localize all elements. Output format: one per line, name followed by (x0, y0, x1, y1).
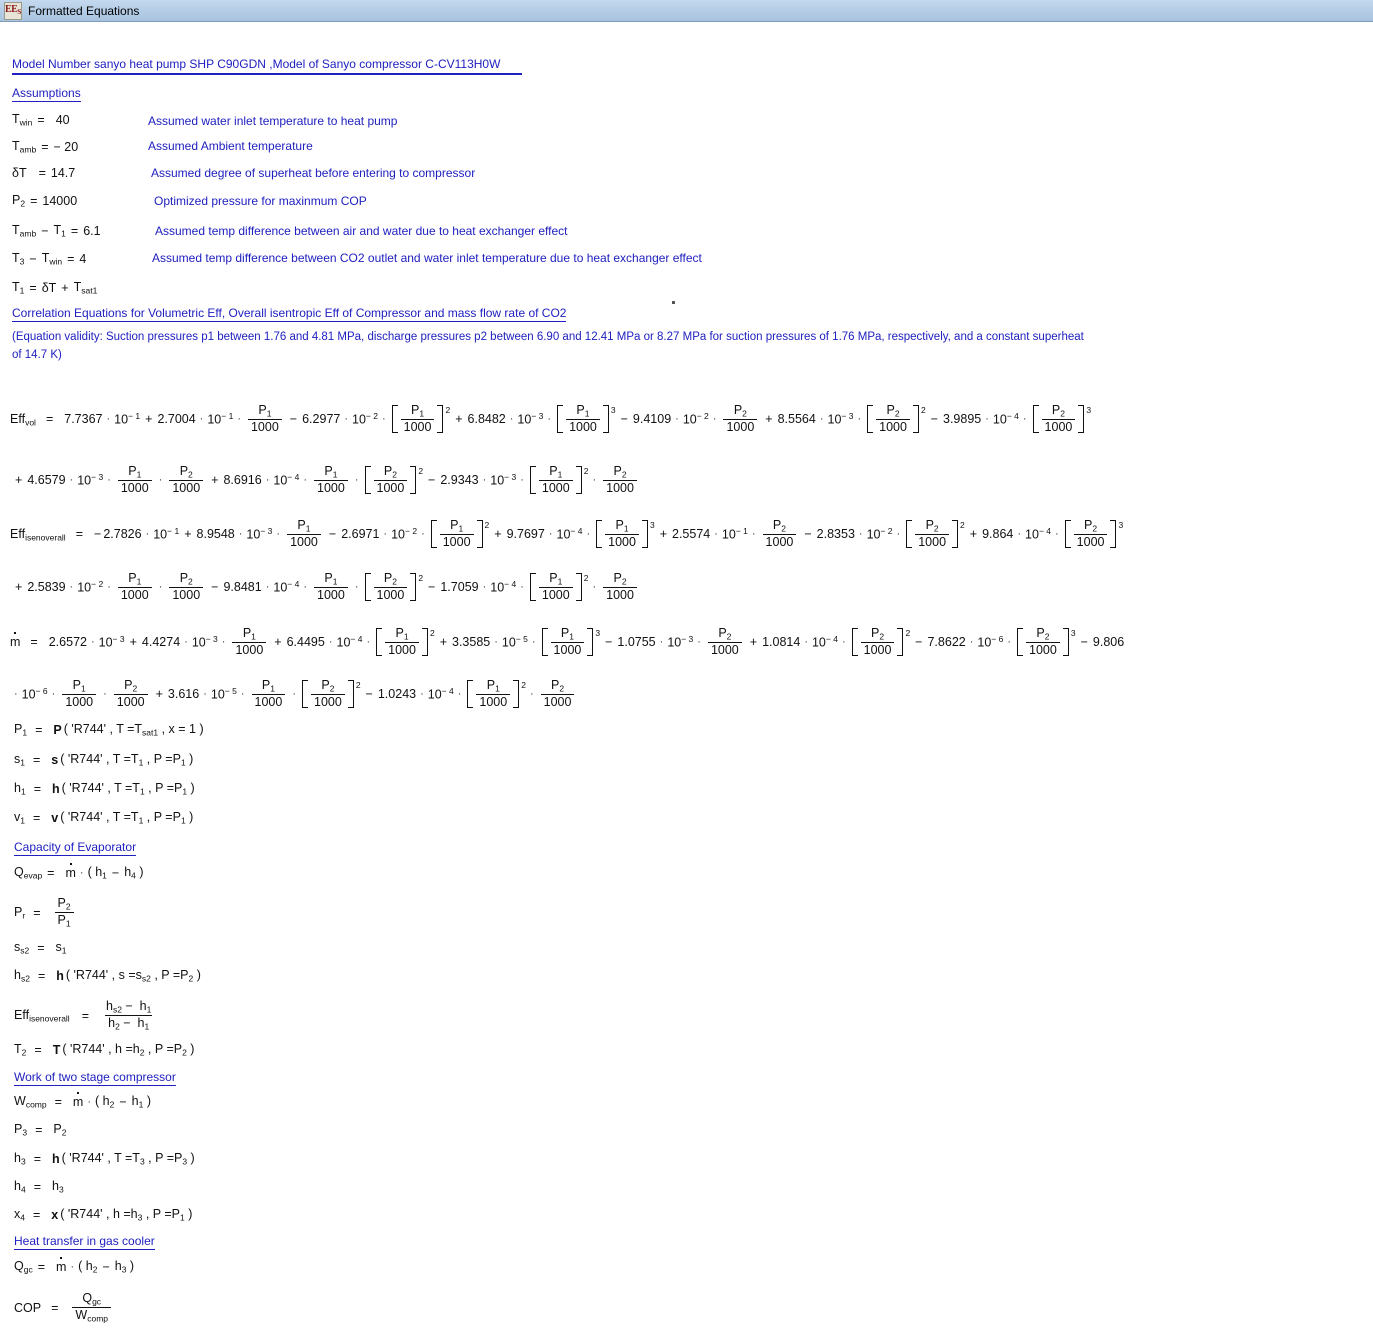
validity-note-line2: of 14.7 K) (12, 349, 62, 361)
formatted-equations-sheet[interactable]: Model Number sanyo heat pump SHP C90GDN … (0, 22, 1373, 1330)
equation-p1-property: P1 = P( 'R744' , T =Tsat1 , x = 1 ) (14, 722, 204, 738)
equation-v1-property: v1 = v( 'R744' , T =T1 , P =P1 ) (14, 810, 194, 826)
equation-p3: P3 = P2 (14, 1122, 67, 1138)
assumption-note-t3-twin: Assumed temp difference between CO2 outl… (152, 251, 702, 265)
assumption-note-p2: Optimized pressure for maxinmum COP (154, 194, 367, 208)
assumption-row-t1: T1 = δT + Tsat1 (12, 280, 98, 296)
validity-note-line1: (Equation validity: Suction pressures p1… (12, 331, 1084, 343)
equation-mdot-line1: m = 2.6572 · 10− 3 + 4.4274 · 10− 3 · P1 1000… (10, 626, 1125, 658)
equation-eff-isenoverall-definition: Effisenoverall = hs2 − h1 h2 − h1 (14, 999, 153, 1032)
equation-pressure-ratio: Pr = P2 P1 (14, 896, 77, 929)
stray-dot (672, 301, 675, 304)
assumption-note-twin: Assumed water inlet temperature to heat … (148, 114, 398, 128)
assumption-note-tamb: Assumed Ambient temperature (148, 139, 313, 153)
app-icon-text: EE (5, 3, 18, 15)
assumption-row-deltat: δT = 14.7 (12, 166, 76, 180)
equation-h3-property: h3 = h( 'R744' , T =T3 , P =P3 ) (14, 1151, 195, 1167)
equation-s1-property: s1 = s( 'R744' , T =T1 , P =P1 ) (14, 752, 194, 768)
heat-transfer-gas-cooler-header: Heat transfer in gas cooler (14, 1234, 155, 1250)
app-icon-subtext: S (17, 7, 22, 16)
equation-cop: COP = Qgc Wcomp (14, 1291, 114, 1324)
assumptions-header: Assumptions (12, 86, 81, 102)
equation-x4-property: x4 = x( 'R744' , h =h3 , P =P1 ) (14, 1207, 193, 1223)
model-number-header: Model Number sanyo heat pump SHP C90GDN … (12, 57, 522, 75)
equation-mdot-line2: · 10− 6 · P1 1000 · P2 1000 + 3.616 · 10− 5 · … (10, 678, 577, 709)
equation-t2-property: T2 = T( 'R744' , h =h2 , P =P2 ) (14, 1042, 195, 1058)
assumption-row-p2: P2 = 14000 (12, 193, 78, 209)
assumption-row-t3-twin: T3− Twin = 4 (12, 251, 87, 267)
equation-eff-isenoverall-line2: + 2.5839 · 10− 2 · P1 1000 · P2 1000 − 9.8481… (10, 571, 640, 602)
equation-w-comp: Wcomp = m ·( h2− h1 ) (14, 1094, 151, 1110)
equation-hs2-property: hs2 = h( 'R744' , s =ss2 , P =P2 ) (14, 968, 201, 984)
coef-eff-vol-0: 7.7367 (64, 412, 103, 427)
assumption-row-tamb-t1: Tamb − T1 = 6.1 (12, 223, 101, 239)
assumption-note-deltat: Assumed degree of superheat before enter… (151, 166, 476, 180)
window-title: Formatted Equations (28, 3, 140, 18)
assumption-note-tamb-t1: Assumed temp difference between air and … (155, 224, 568, 238)
equation-h1-property: h1 = h( 'R744' , T =T1 , P =P1 ) (14, 781, 195, 797)
equation-h4: h4 = h3 (14, 1179, 64, 1195)
ees-app-icon: EES (4, 1, 22, 20)
correlation-equations-header: Correlation Equations for Volumetric Eff… (12, 306, 567, 322)
window-titlebar: EES Formatted Equations (0, 0, 1373, 22)
equation-eff-isenoverall-line1: Effisenoverall = −2.7826 · 10− 1 + 8.9548 ·… (10, 518, 1124, 550)
capacity-of-evaporator-header: Capacity of Evaporator (14, 840, 137, 856)
equation-eff-vol-line2: + 4.6579 · 10− 3 · P1 1000 · P2 1000 + 8.6916… (10, 464, 640, 495)
equation-ss2: ss2 = s1 (14, 940, 67, 956)
work-of-compressor-header: Work of two stage compressor (14, 1070, 176, 1086)
equation-q-gc: Qgc = m ·( h2− h3 ) (14, 1259, 135, 1275)
equation-eff-vol-line1: Effvol = 7.7367 · 10− 1 + 2.7004 · 10− 1 · P… (10, 403, 1092, 435)
assumption-row-tamb: Tamb = − 20 (12, 139, 79, 155)
assumption-row-twin: Twin = 40 (12, 112, 70, 128)
equation-q-evap: Qevap = m ·( h1− h4 ) (14, 865, 144, 881)
